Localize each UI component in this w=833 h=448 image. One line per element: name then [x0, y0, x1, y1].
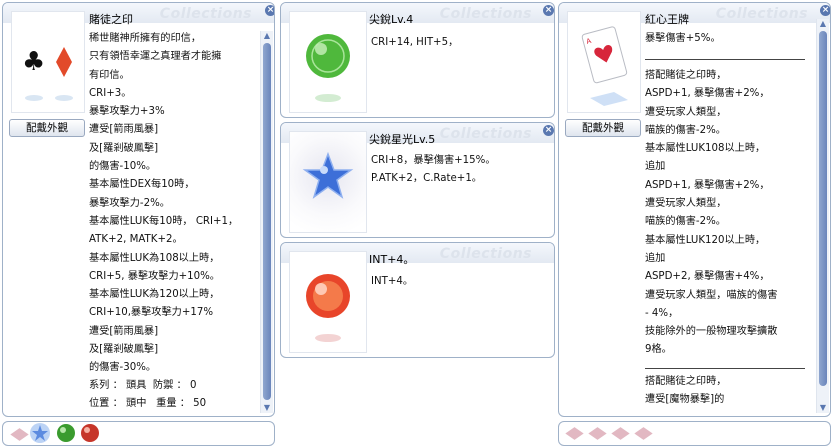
empty-slot-icon[interactable] — [565, 427, 584, 440]
empty-slot-icon[interactable] — [9, 423, 31, 445]
description-line: 基本屬性LUK為108以上時， — [89, 252, 220, 264]
item-image: ♣ — [11, 11, 85, 113]
heart-card-icon: A — [581, 26, 628, 106]
item-name: 賭徒之印 — [89, 13, 133, 26]
description-line: 遭受玩家人類型，喵族的傷害 — [645, 289, 778, 301]
description-line: 基本屬性LUK108以上時， — [645, 143, 766, 155]
description-line: 基本屬性LUK120以上時， — [645, 234, 766, 246]
card-suits-icon: ♣ — [22, 47, 73, 101]
description-line: 基本屬性LUK每10時， CRI+1， — [89, 215, 239, 227]
scroll-down-icon[interactable]: ▼ — [817, 403, 829, 413]
item-description: CRI+14, HIT+5， — [371, 37, 459, 48]
enchant-window-3: Collections INT+4。 INT+4。 — [280, 242, 555, 358]
description-line: 遭受玩家人類型， — [645, 106, 727, 118]
description-line: 的傷害-10%。 — [89, 161, 157, 173]
description-line: CRI+10,暴擊攻擊力+17% — [89, 307, 214, 319]
item-name: 尖銳星光Lv.5 — [369, 133, 436, 146]
card-detail-window: Collections × A 配戴外觀 紅心王牌 暴擊傷害+5%。 搭配賭徒之… — [558, 2, 831, 417]
scroll-up-icon[interactable]: ▲ — [261, 31, 273, 41]
description-line: ATK+2, MATK+2。 — [89, 234, 183, 246]
card-description-mid: 搭配賭徒之印時， ASPD+1, 暴擊傷害+2%， 遭受玩家人類型， 喵族的傷害-2%… — [645, 67, 777, 360]
description-line: 喵族的傷害-2%。 — [645, 124, 726, 136]
enchant-window-2: Collections × 尖銳星光Lv.5 CRI+8，暴擊傷害+15%。 P… — [280, 122, 555, 238]
scrollbar[interactable]: ▲ ▼ — [816, 19, 829, 413]
position-label: 位置 ： 頭中 — [89, 398, 147, 410]
item-name: 尖銳Lv.4 — [369, 13, 414, 26]
description-line: 有印信。 — [89, 69, 130, 81]
scrollbar[interactable]: ▲ ▼ — [260, 31, 273, 413]
scroll-thumb[interactable] — [263, 43, 271, 400]
description-line: 追加 — [645, 252, 666, 264]
description-line: 暴擊攻擊力-2%。 — [89, 197, 170, 209]
description-line: - 4%， — [645, 307, 679, 319]
description-line: 遭受[箭雨風暴] — [89, 124, 159, 136]
description-line: 基本屬性DEX每10時， — [89, 179, 195, 191]
type-label: 系列 ： 頭具 — [89, 380, 147, 391]
sharp-star-enchant-icon[interactable] — [29, 422, 51, 444]
close-icon[interactable]: × — [265, 5, 274, 16]
watermark: Collections — [159, 6, 252, 22]
def-label: 防禦 ： 0 — [152, 380, 197, 391]
watermark: Collections — [439, 246, 532, 262]
description-line: 只有領悟幸運之真理者才能擁 — [89, 51, 222, 63]
card-image: A — [567, 11, 641, 113]
description-line: 9格。 — [645, 344, 672, 356]
description-line: 遭受[箭雨風暴] — [89, 325, 159, 337]
green-orb-icon — [306, 34, 350, 102]
card-description-top: 暴擊傷害+5%。 — [645, 33, 721, 44]
watermark: Collections — [715, 6, 808, 22]
description-line: 喵族的傷害-2%。 — [645, 216, 726, 228]
wear-appearance-button[interactable]: 配戴外觀 — [565, 119, 641, 137]
description-line: CRI+3。 — [89, 87, 132, 99]
enchant-window-1: Collections × 尖銳Lv.4 CRI+14, HIT+5， — [280, 2, 555, 118]
star-icon — [302, 151, 354, 199]
wear-appearance-button[interactable]: 配戴外觀 — [9, 119, 85, 137]
close-icon[interactable]: × — [543, 125, 554, 136]
description-line: 追加 — [645, 161, 666, 173]
separator — [645, 59, 805, 60]
green-orb-icon[interactable] — [55, 422, 77, 444]
description-line: 及[羅剎破鳳擊] — [89, 142, 159, 154]
description-line: ASPD+2, 暴擊傷害+4%， — [645, 271, 770, 283]
separator — [645, 368, 805, 369]
red-orb-icon[interactable] — [79, 422, 101, 444]
description-line: 技能除外的一般物理攻擊擴散 — [645, 326, 778, 338]
item-description: CRI+8，暴擊傷害+15%。 P.ATK+2，C.Rate+1。 — [371, 155, 496, 185]
description-line: 稀世賭神所擁有的印信， — [89, 33, 202, 44]
close-icon[interactable]: × — [543, 5, 554, 16]
item-description: 稀世賭神所擁有的印信， 只有領悟幸運之真理者才能擁 有印信。 CRI+3。暴擊攻擊力+… — [89, 30, 238, 378]
description-line: 暴擊攻擊力+3% — [89, 106, 165, 118]
weight-label: 重量 ： 50 — [156, 398, 207, 410]
item-detail-window-left: Collections × ♣ 配戴外觀 賭徒之印 稀世賭神所擁有的印信， 只有領… — [2, 2, 275, 417]
item-image — [289, 11, 367, 113]
description-line: 搭配賭徒之印時， — [645, 70, 727, 81]
card-description-bottom: 搭配賭徒之印時， 遭受[魔物暴擊]的 — [645, 376, 727, 406]
description-line: 及[羅剎破鳳擊] — [89, 344, 159, 356]
svg-text:♣: ♣ — [22, 47, 45, 77]
empty-slot-icon[interactable] — [588, 427, 607, 440]
description-line: ASPD+1, 暴擊傷害+2%， — [645, 88, 770, 100]
card-name: 紅心王牌 — [645, 13, 689, 26]
watermark: Collections — [439, 126, 532, 142]
description-line: 基本屬性LUK為120以上時， — [89, 289, 220, 301]
item-meta: 系列 ： 頭具 防禦 ： 0 位置 ： 頭中 重量 ： 50 — [89, 377, 206, 414]
close-icon[interactable]: × — [820, 5, 830, 16]
item-image — [289, 131, 367, 233]
description-line: CRI+5, 暴擊攻擊力+10%。 — [89, 270, 220, 282]
item-description: INT+4。 — [371, 276, 414, 287]
description-line: ASPD+1, 暴擊傷害+2%， — [645, 179, 770, 191]
empty-slot-icon[interactable] — [634, 427, 653, 440]
scroll-down-icon[interactable]: ▼ — [261, 403, 273, 413]
item-image — [289, 251, 367, 353]
watermark: Collections — [439, 6, 532, 22]
empty-slot-icon[interactable] — [611, 427, 630, 440]
scroll-up-icon[interactable]: ▲ — [817, 19, 829, 29]
description-line: 遭受玩家人類型， — [645, 198, 727, 210]
scroll-thumb[interactable] — [819, 31, 827, 386]
red-orb-icon — [306, 274, 350, 342]
card-slot-bar-left — [2, 421, 275, 446]
item-name: INT+4。 — [369, 253, 415, 266]
description-line: 的傷害-30%。 — [89, 362, 157, 374]
card-slot-bar-right — [558, 421, 831, 446]
